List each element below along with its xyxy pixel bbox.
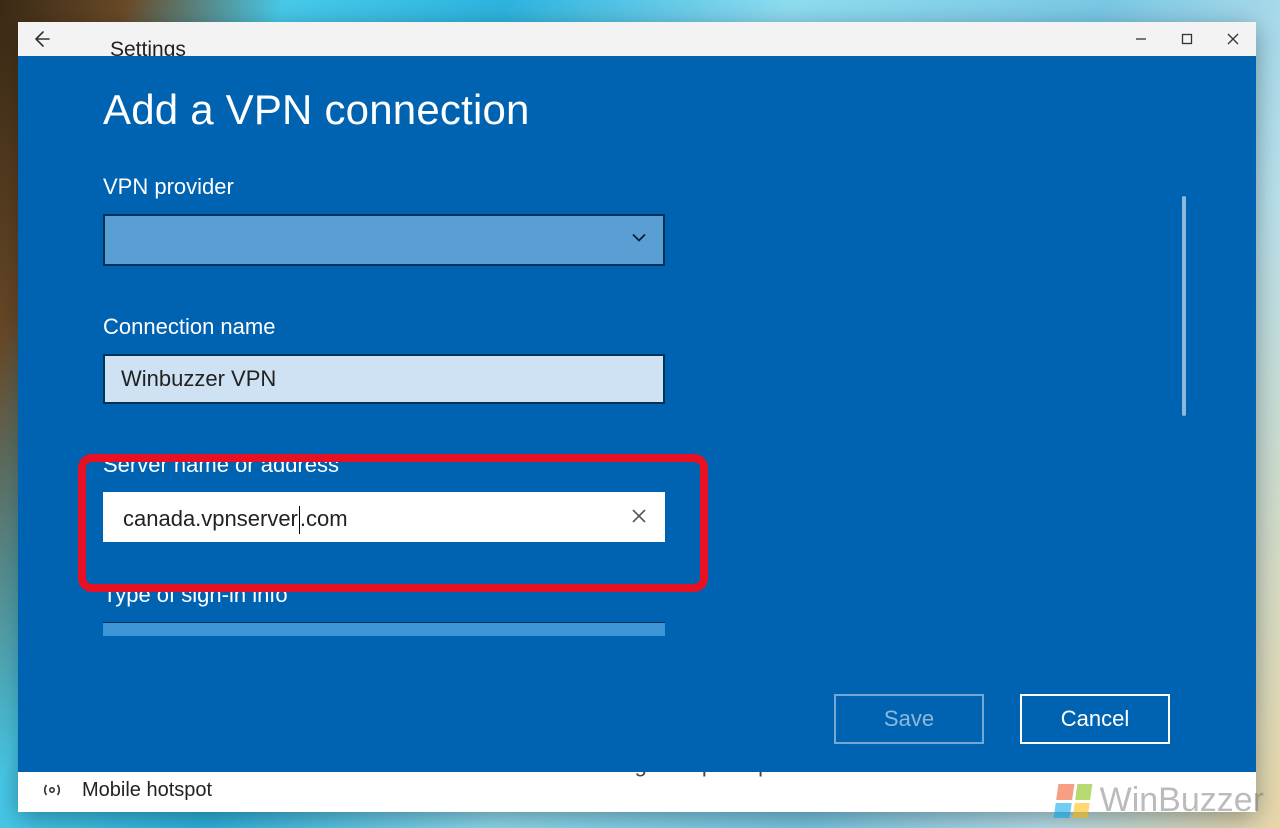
minimize-button[interactable] [1118,22,1164,56]
label-signin-type: Type of sign-in info [103,582,687,608]
desktop-wallpaper: Settings Mobile hotspot Change adapter o… [0,0,1280,828]
field-signin-type: Type of sign-in info [103,582,687,636]
sidebar-item-label: Mobile hotspot [82,779,212,802]
back-button[interactable] [18,22,64,56]
dialog-title: Add a VPN connection [103,86,530,134]
save-button[interactable]: Save [834,694,984,744]
server-address-value-after: .com [300,506,348,531]
chevron-down-icon [629,228,649,253]
maximize-icon [1181,33,1193,45]
label-server-address: Server name or address [103,452,687,478]
minimize-icon [1135,33,1147,45]
dialog-footer: Save Cancel [834,694,1170,744]
connection-name-input[interactable]: Winbuzzer VPN [103,354,665,404]
x-icon [631,508,647,524]
titlebar [18,22,1256,56]
cancel-button[interactable]: Cancel [1020,694,1170,744]
field-vpn-provider: VPN provider [103,174,687,266]
maximize-button[interactable] [1164,22,1210,56]
close-icon [1227,33,1239,45]
hotspot-icon [40,778,64,802]
connection-name-value: Winbuzzer VPN [121,366,276,391]
signin-type-dropdown[interactable] [103,622,665,636]
settings-window: Settings Mobile hotspot Change adapter o… [18,22,1256,812]
server-address-input[interactable]: canada.vpnserver.com [103,492,665,542]
vpn-add-dialog: Add a VPN connection VPN provider Connec… [18,56,1256,772]
label-connection-name: Connection name [103,314,687,340]
field-connection-name: Connection name Winbuzzer VPN [103,314,687,404]
close-button[interactable] [1210,22,1256,56]
clear-input-button[interactable] [631,494,647,540]
dialog-scrollbar[interactable] [1182,196,1186,416]
sidebar-item-mobile-hotspot[interactable]: Mobile hotspot [40,778,212,802]
back-arrow-icon [31,29,51,49]
field-server-address: Server name or address canada.vpnserver.… [103,452,687,542]
server-address-value-before: canada.vpnserver [123,506,298,531]
vpn-form: VPN provider Connection name Winbuzzer V… [103,174,687,636]
vpn-provider-dropdown[interactable] [103,214,665,266]
label-vpn-provider: VPN provider [103,174,687,200]
